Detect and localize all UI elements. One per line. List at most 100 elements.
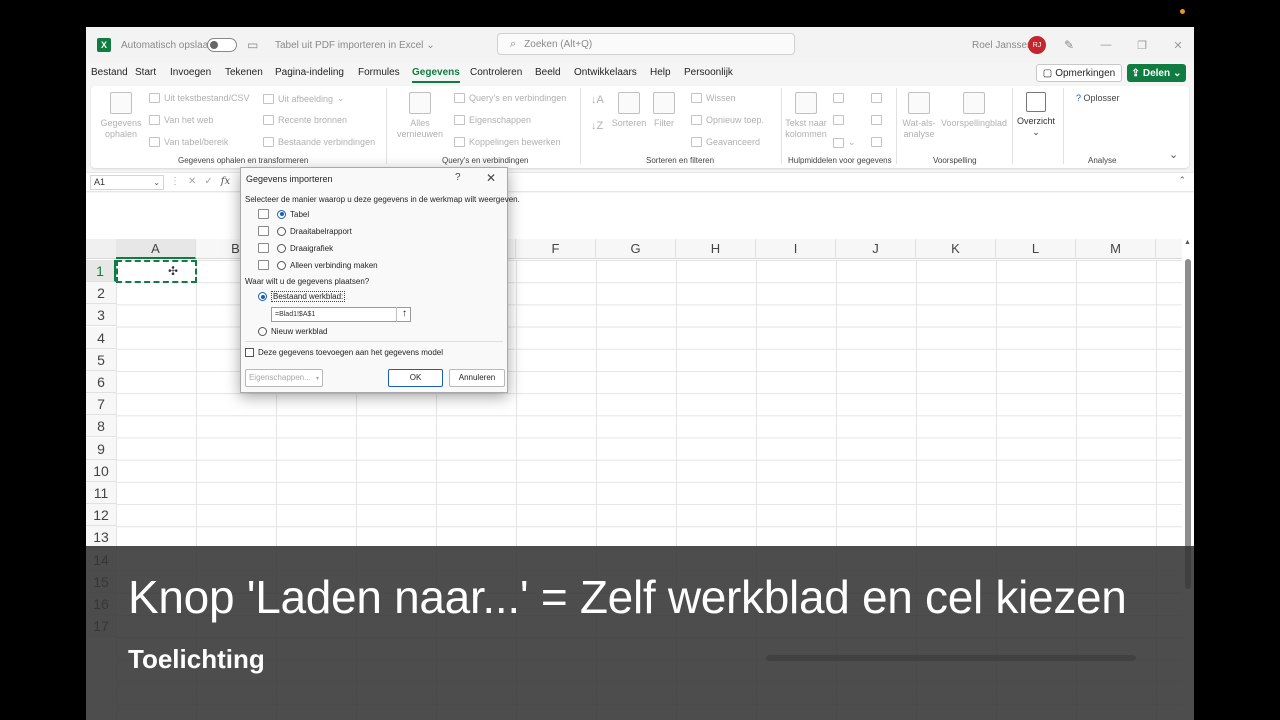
expand-formula-icon[interactable]: ⌃ [1178,175,1186,186]
column-header[interactable]: G [596,239,676,259]
forecast-sheet-button[interactable]: Voorspellingblad [941,92,1007,129]
collapse-ribbon-icon[interactable]: ⌄ [1169,148,1178,161]
tab-gegevens[interactable]: Gegevens [412,67,460,83]
data-validation-icon[interactable]: ⌄ [833,137,856,148]
column-header[interactable]: F [516,239,596,259]
comments-button[interactable]: ▢ Opmerkingen [1036,64,1122,82]
get-data-button[interactable]: Gegevens ophalen [99,92,143,140]
column-header[interactable]: K [916,239,996,259]
queries-connections-button[interactable]: Query's en verbindingen [454,93,566,103]
radio-pivot-table[interactable] [277,226,286,236]
restore-icon[interactable]: ❐ [1124,39,1160,52]
tab-pagina-indeling[interactable]: Pagina-indeling [275,67,344,78]
save-icon[interactable]: ▭ [247,27,258,63]
column-header[interactable]: M [1076,239,1156,259]
avatar-wrap[interactable]: RJ [1028,27,1046,63]
edit-links-button[interactable]: Koppelingen bewerken [454,137,561,147]
sort-az-icon[interactable]: ↓A [591,94,604,106]
radio-existing-sheet[interactable] [258,292,267,301]
sort-button[interactable]: Sorteren [611,92,647,129]
column-header[interactable]: L [996,239,1076,259]
what-if-button[interactable]: Wat-als-analyse [899,92,939,140]
vertical-scroll-thumb[interactable] [1185,259,1191,589]
scroll-up-icon[interactable]: ▲ [1184,239,1191,246]
tab-help[interactable]: Help [650,67,671,78]
row-header[interactable]: 1 [86,260,116,282]
from-web-button[interactable]: Van het web [149,115,213,125]
refresh-all-button[interactable]: Alles vernieuwen [393,92,447,140]
row-header[interactable]: 3 [86,304,116,327]
function-icon[interactable]: fx [221,176,230,187]
radio-connection-only[interactable] [277,260,286,270]
sort-za-icon[interactable]: ↓Z [591,120,603,132]
tab-start[interactable]: Start [135,67,156,78]
pen-icon[interactable]: ✎ [1064,27,1074,63]
row-header[interactable]: 5 [86,348,116,371]
collapse-dialog-arrow-icon[interactable]: ↑ [396,307,412,322]
name-box[interactable]: A1 ⌄ [90,175,164,190]
clear-filter-button[interactable]: Wissen [691,93,736,103]
autosave-toggle-wrap[interactable] [207,27,237,63]
outline-button[interactable]: Overzicht ⌄ [1017,92,1055,138]
consolidate-icon[interactable] [871,93,882,103]
filter-button[interactable]: Filter [649,92,679,129]
row-header[interactable]: 9 [86,437,116,460]
tab-tekenen[interactable]: Tekenen [225,67,263,78]
row-header[interactable]: 7 [86,393,116,416]
tab-persoonlijk[interactable]: Persoonlijk [684,67,733,78]
reference-input[interactable]: =Blad1!$A$1 [271,307,411,322]
tab-formules[interactable]: Formules [358,67,400,78]
recent-sources-button[interactable]: Recente bronnen [263,115,347,125]
row-header[interactable]: 4 [86,326,116,349]
tab-bestand[interactable]: Bestand [91,67,128,78]
column-header[interactable]: I [756,239,836,259]
row-header[interactable]: 10 [86,459,116,482]
cancel-button[interactable]: Annuleren [449,369,505,387]
tab-beeld[interactable]: Beeld [535,67,561,78]
tab-invoegen[interactable]: Invoegen [170,67,211,78]
column-header[interactable]: A [116,239,196,259]
help-icon[interactable]: ? [455,172,461,183]
row-header[interactable]: 2 [86,282,116,305]
option-existing-sheet[interactable]: Bestaand werkblad: [258,291,346,302]
option-pivot-table[interactable]: Draaitabelrapport [258,226,352,236]
remove-duplicates-icon[interactable] [833,115,844,125]
row-header[interactable]: 6 [86,371,116,393]
document-title[interactable]: Tabel uit PDF importeren in Excel ⌄ [275,27,435,63]
add-to-model-checkbox[interactable] [245,348,254,357]
close-icon[interactable]: ✕ [486,171,496,185]
solver-button[interactable]: ? Oplosser [1076,93,1120,103]
close-icon[interactable]: ✕ [1160,39,1194,52]
from-table-button[interactable]: Van tabel/bereik [149,137,228,147]
search-box[interactable]: ⌕ Zoeken (Alt+Q) [497,33,795,55]
radio-table[interactable] [277,209,286,219]
existing-connections-button[interactable]: Bestaande verbindingen [263,137,375,147]
minimize-icon[interactable]: — [1088,39,1124,51]
reapply-button[interactable]: Opnieuw toep. [691,115,764,125]
relationships-icon[interactable] [871,115,882,125]
row-header[interactable]: 12 [86,504,116,527]
column-header[interactable]: H [676,239,756,259]
from-picture-button[interactable]: Uit afbeelding ⌄ [263,93,345,104]
tab-controleren[interactable]: Controleren [470,67,522,78]
share-button[interactable]: ⇪ Delen ⌄ [1127,64,1186,82]
radio-new-sheet[interactable] [258,327,267,336]
option-connection-only[interactable]: Alleen verbinding maken [258,260,378,270]
select-all-corner[interactable] [86,239,116,259]
radio-pivot-chart[interactable] [277,243,286,253]
data-model-icon[interactable] [871,137,882,147]
row-header[interactable]: 11 [86,482,116,504]
from-text-csv-button[interactable]: Uit tekstbestand/CSV [149,93,250,103]
autosave-toggle[interactable] [207,38,237,52]
ok-button[interactable]: OK [388,369,443,387]
flash-fill-icon[interactable] [833,93,844,103]
option-new-sheet[interactable]: Nieuw werkblad [258,327,327,336]
cancel-icon[interactable]: ✕ [188,176,196,187]
avatar[interactable]: RJ [1028,36,1046,54]
add-to-model-option[interactable]: Deze gegevens toevoegen aan het gegevens… [245,348,443,357]
text-to-columns-button[interactable]: Tekst naar kolommen [785,92,827,140]
properties-dropdown-button[interactable]: Eigenschappen... ▾ [245,369,323,387]
active-cell-a1[interactable]: ✣ [116,260,197,283]
tab-ontwikkelaars[interactable]: Ontwikkelaars [574,67,637,78]
row-header[interactable]: 8 [86,415,116,438]
